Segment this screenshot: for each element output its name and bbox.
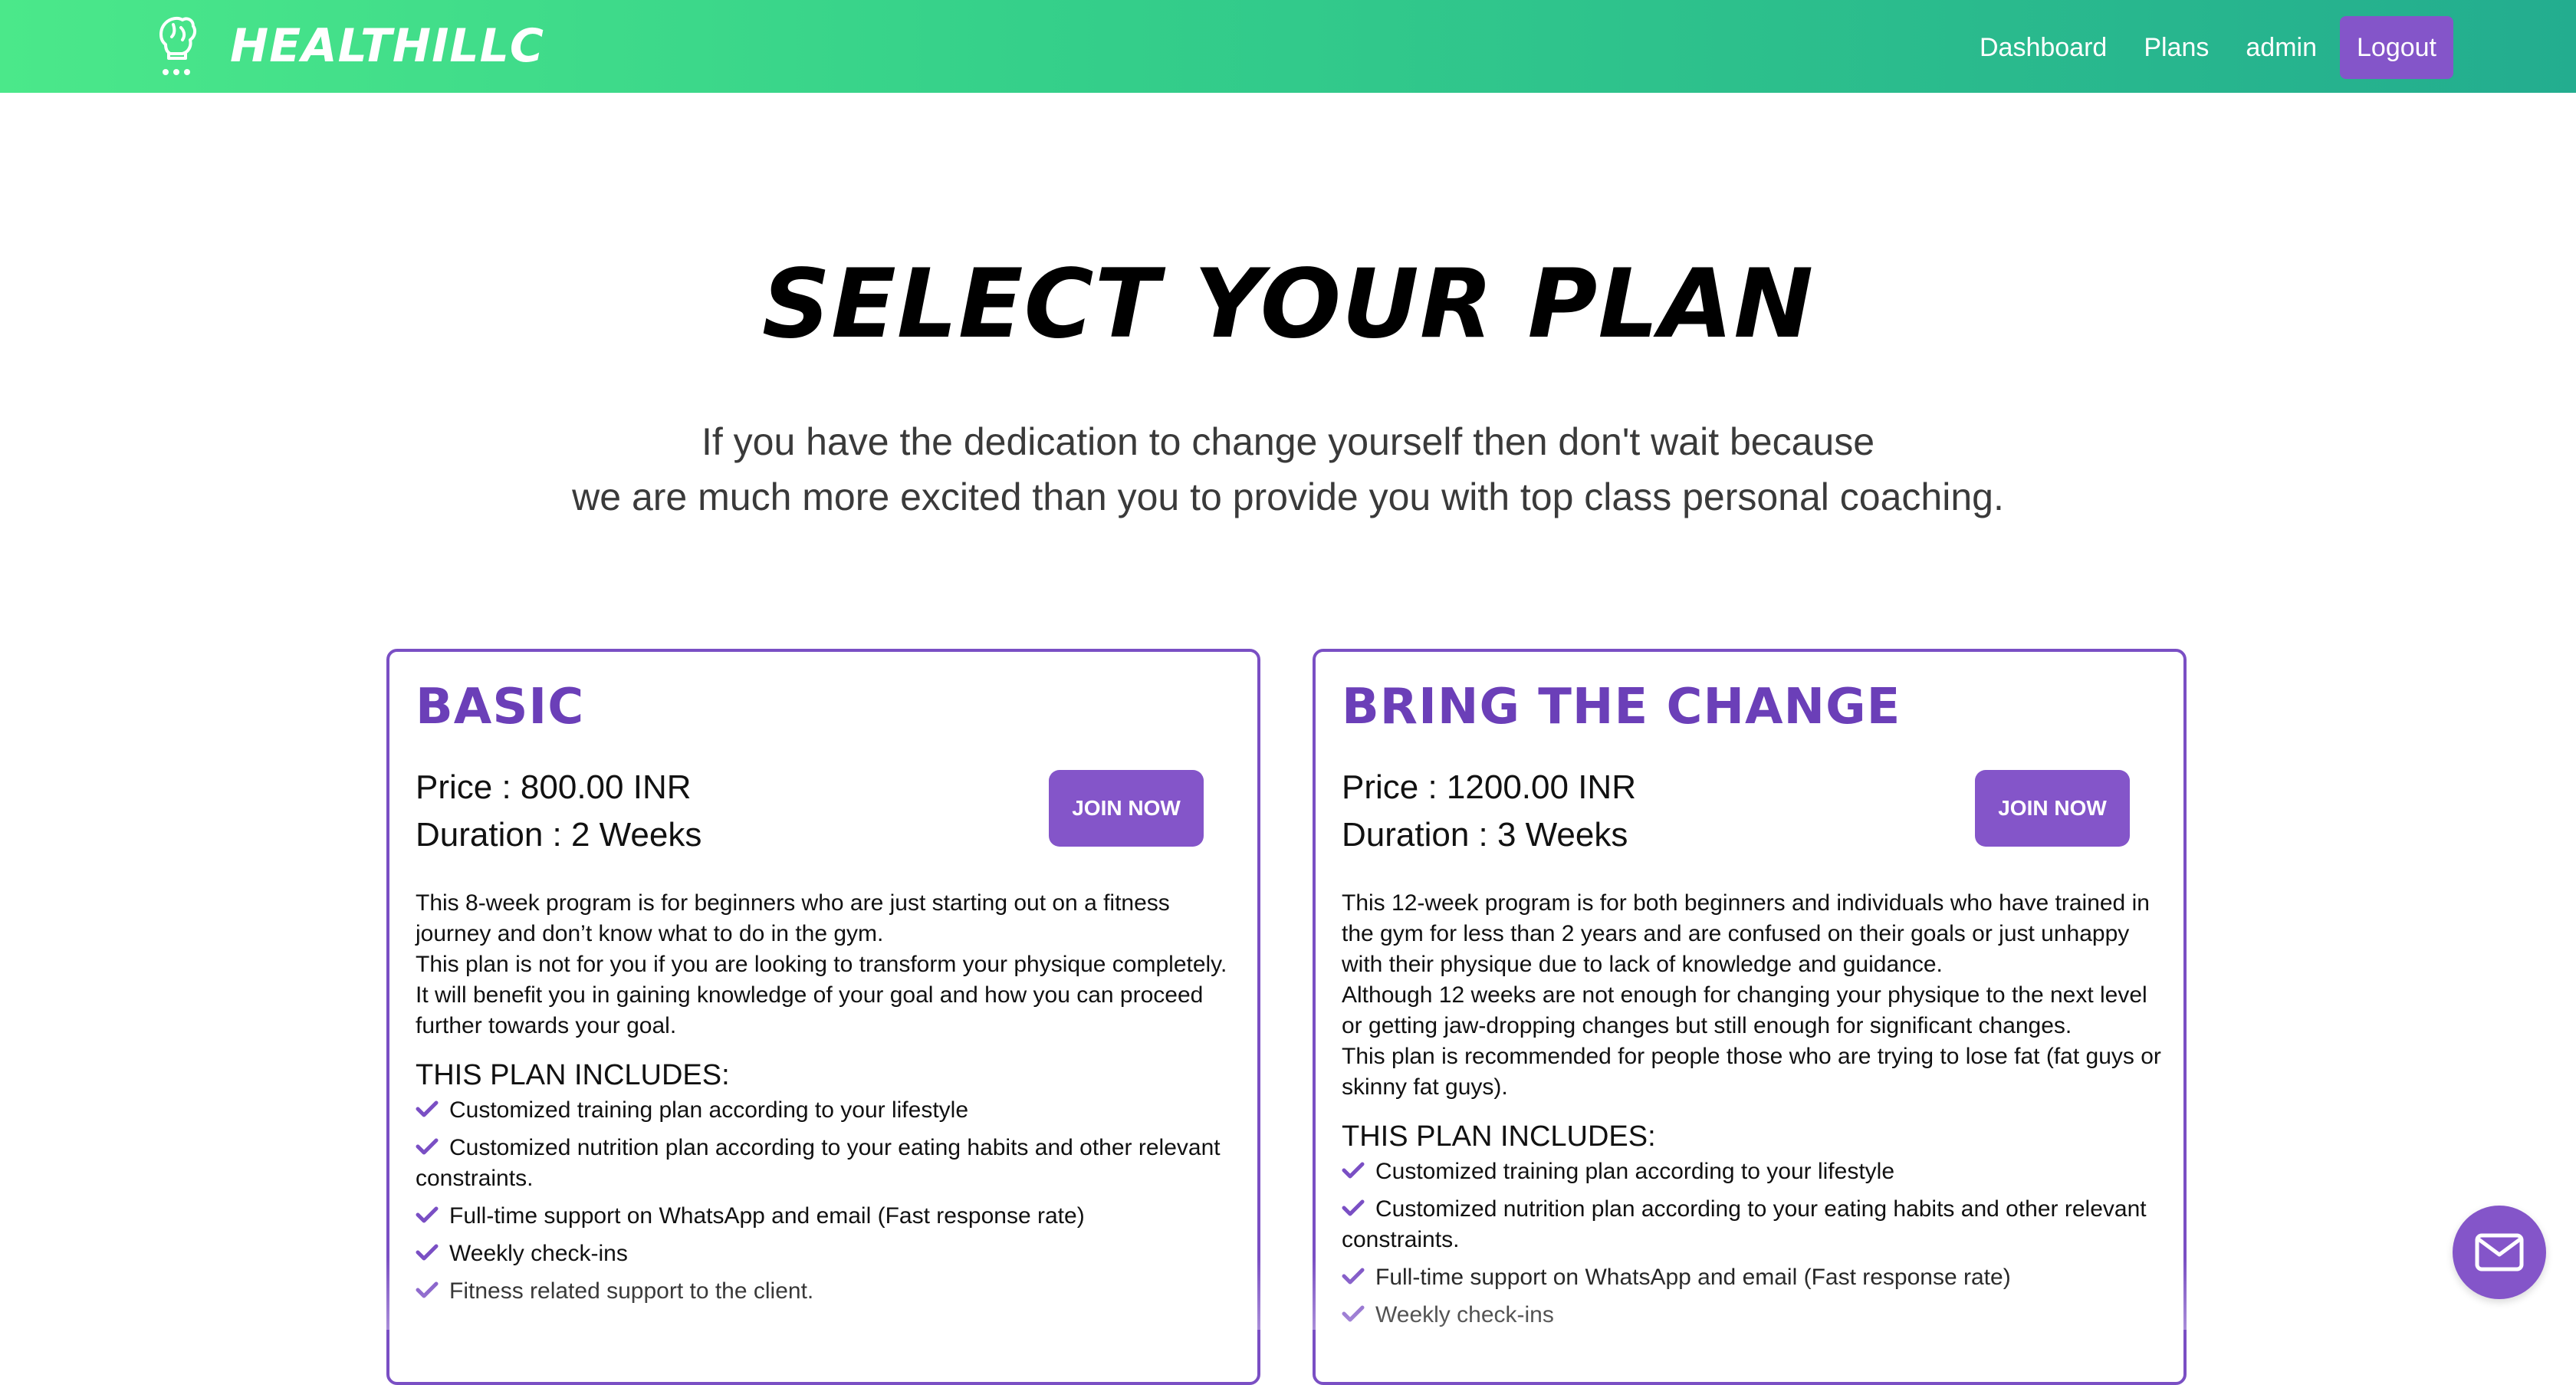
flexed-arm-logo-icon	[159, 16, 197, 75]
check-icon	[416, 1281, 439, 1298]
plan-name: BRING THE CHANGE	[1342, 679, 1901, 735]
plan-feature-text: Customized nutrition plan according to y…	[1342, 1196, 2147, 1252]
check-icon	[1342, 1305, 1365, 1322]
plan-feature-item: Full-time support on WhatsApp and email …	[416, 1201, 1236, 1232]
plan-description-paragraph: Although 12 weeks are not enough for cha…	[1342, 982, 2147, 1038]
plan-feature-item: Customized nutrition plan according to y…	[416, 1133, 1236, 1194]
nav-link-dashboard[interactable]: Dashboard	[1980, 33, 2107, 63]
contact-mail-button[interactable]	[2453, 1206, 2546, 1299]
check-icon	[416, 1138, 439, 1155]
plan-description-paragraph: This plan is not for you if you are look…	[416, 952, 1227, 1038]
plan-feature-item: Full-time support on WhatsApp and email …	[1342, 1262, 2162, 1293]
check-icon	[416, 1206, 439, 1223]
plan-feature-text: Weekly check-ins	[1375, 1302, 1554, 1327]
plan-duration: Duration : 3 Weeks	[1342, 816, 1628, 854]
check-icon	[1342, 1162, 1365, 1179]
plan-feature-item: Fitness related support to the client.	[416, 1276, 1236, 1307]
plan-name: BASIC	[416, 679, 585, 735]
subtitle-line-2: we are much more excited than you to pro…	[572, 475, 2004, 518]
plan-price: Price : 1200.00 INR	[1342, 768, 1636, 806]
nav-link-admin[interactable]: admin	[2246, 33, 2317, 63]
top-navbar: HEALTHILLC Dashboard Plans admin Logout	[0, 0, 2576, 93]
plan-feature-text: Full-time support on WhatsApp and email …	[1375, 1265, 2011, 1290]
subtitle-line-1: If you have the dedication to change you…	[701, 420, 1875, 463]
plan-feature-item: Weekly check-ins	[416, 1239, 1236, 1269]
plan-feature-text: Full-time support on WhatsApp and email …	[449, 1203, 1085, 1229]
plan-feature-item: Customized nutrition plan according to y…	[1342, 1194, 2162, 1255]
logout-button[interactable]: Logout	[2340, 16, 2453, 79]
brand-name: HEALTHILLC	[230, 19, 544, 73]
plan-features-list: Customized training plan according to yo…	[416, 1095, 1236, 1307]
plan-feature-item: Weekly check-ins	[1342, 1300, 2162, 1331]
plan-features-list: Customized training plan according to yo…	[1342, 1156, 2162, 1331]
plan-feature-text: Weekly check-ins	[449, 1241, 628, 1266]
plan-feature-text: Customized nutrition plan according to y…	[416, 1135, 1221, 1191]
join-now-button[interactable]: JOIN NOW	[1975, 770, 2130, 847]
check-icon	[416, 1244, 439, 1261]
plan-duration: Duration : 2 Weeks	[416, 816, 702, 854]
plan-includes-title: THIS PLAN INCLUDES:	[1342, 1120, 1656, 1153]
plan-feature-text: Fitness related support to the client.	[449, 1278, 814, 1304]
plan-description-paragraph: This 12-week program is for both beginne…	[1342, 890, 2150, 977]
plan-feature-item: Customized training plan according to yo…	[1342, 1156, 2162, 1187]
plan-card-bring-the-change: BRING THE CHANGE Price : 1200.00 INR Dur…	[1313, 649, 2187, 1385]
check-icon	[1342, 1268, 1365, 1285]
plan-feature-text: Customized training plan according to yo…	[1375, 1159, 1895, 1184]
plan-feature-text: Customized training plan according to yo…	[449, 1097, 969, 1123]
plan-description: This 12-week program is for both beginne…	[1342, 888, 2162, 1337]
plan-description-paragraph: This 8-week program is for beginners who…	[416, 890, 1170, 946]
plan-meta: Price : 1200.00 INR Duration : 3 Weeks	[1342, 764, 1636, 859]
check-icon	[416, 1100, 439, 1117]
check-icon	[1342, 1199, 1365, 1216]
plan-description: This 8-week program is for beginners who…	[416, 888, 1236, 1314]
plan-description-paragraph: This plan is recommended for people thos…	[1342, 1044, 2161, 1100]
plan-card-basic: BASIC Price : 800.00 INR Duration : 2 We…	[386, 649, 1260, 1385]
mail-icon	[2475, 1233, 2524, 1272]
page-subtitle: If you have the dedication to change you…	[0, 414, 2576, 525]
nav-links: Dashboard Plans admin Logout	[1943, 16, 2453, 79]
join-now-button[interactable]: JOIN NOW	[1049, 770, 1204, 847]
brand[interactable]: HEALTHILLC	[152, 14, 544, 78]
plan-price: Price : 800.00 INR	[416, 768, 692, 806]
plan-meta: Price : 800.00 INR Duration : 2 Weeks	[416, 764, 702, 859]
plan-includes-title: THIS PLAN INCLUDES:	[416, 1059, 730, 1091]
page-title: SELECT YOUR PLAN	[761, 249, 1815, 360]
nav-link-plans[interactable]: Plans	[2144, 33, 2209, 63]
plan-feature-item: Customized training plan according to yo…	[416, 1095, 1236, 1126]
